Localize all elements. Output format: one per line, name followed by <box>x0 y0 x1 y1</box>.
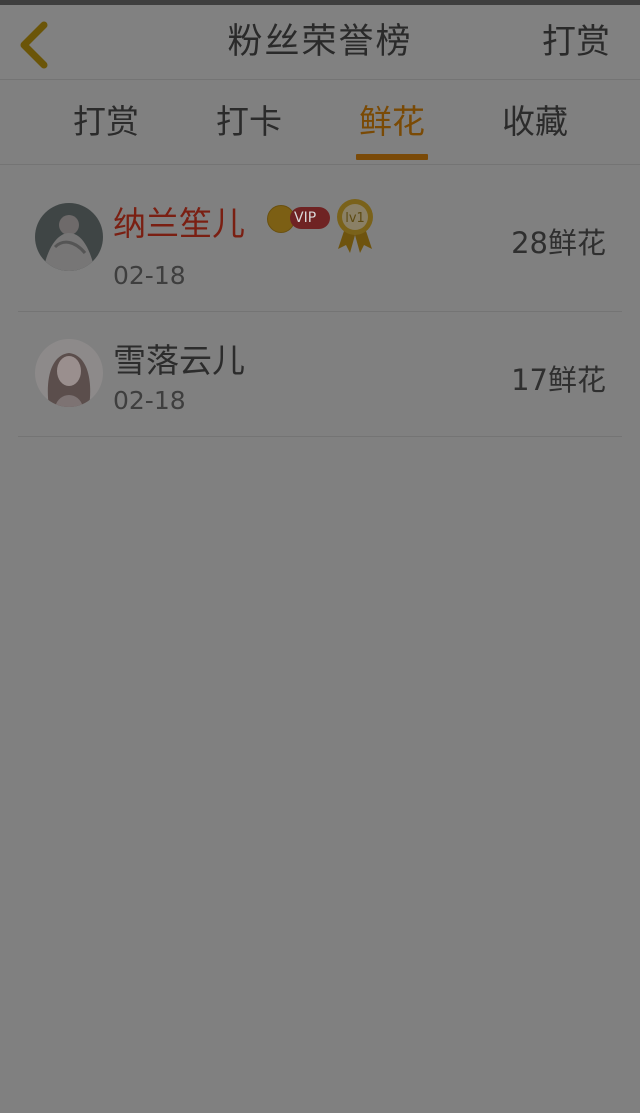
tab-reward[interactable]: 打赏 <box>46 80 166 164</box>
fan-name[interactable]: 纳兰笙儿 <box>113 197 245 245</box>
list-item[interactable]: 纳兰笙儿 VIP lv1 02-18 28鲜花 <box>18 165 622 311</box>
level-label: lv1 <box>345 211 365 226</box>
tab-flowers[interactable]: 鲜花 <box>332 80 452 164</box>
list-item[interactable]: 雪落云儿 02-18 17鲜花 <box>18 312 622 436</box>
date-label: 02-18 <box>113 261 186 290</box>
tab-favorites[interactable]: 收藏 <box>475 80 595 164</box>
medal-icon: lv1 <box>337 199 373 253</box>
flower-count: 17鲜花 <box>511 363 606 397</box>
avatar[interactable] <box>35 339 103 407</box>
active-tab-indicator <box>356 154 428 160</box>
vip-badge: VIP <box>290 207 330 229</box>
reward-button[interactable]: 打赏 <box>542 5 610 79</box>
tab-bar: 打赏 打卡 鲜花 收藏 <box>0 80 640 164</box>
flower-count: 28鲜花 <box>511 226 606 260</box>
fan-name[interactable]: 雪落云儿 <box>113 334 245 382</box>
date-label: 02-18 <box>113 386 186 415</box>
row-divider <box>18 436 622 437</box>
top-navigation-bar: 粉丝荣誉榜 打赏 <box>0 5 640 79</box>
avatar[interactable] <box>35 203 103 271</box>
tab-checkin[interactable]: 打卡 <box>189 80 309 164</box>
